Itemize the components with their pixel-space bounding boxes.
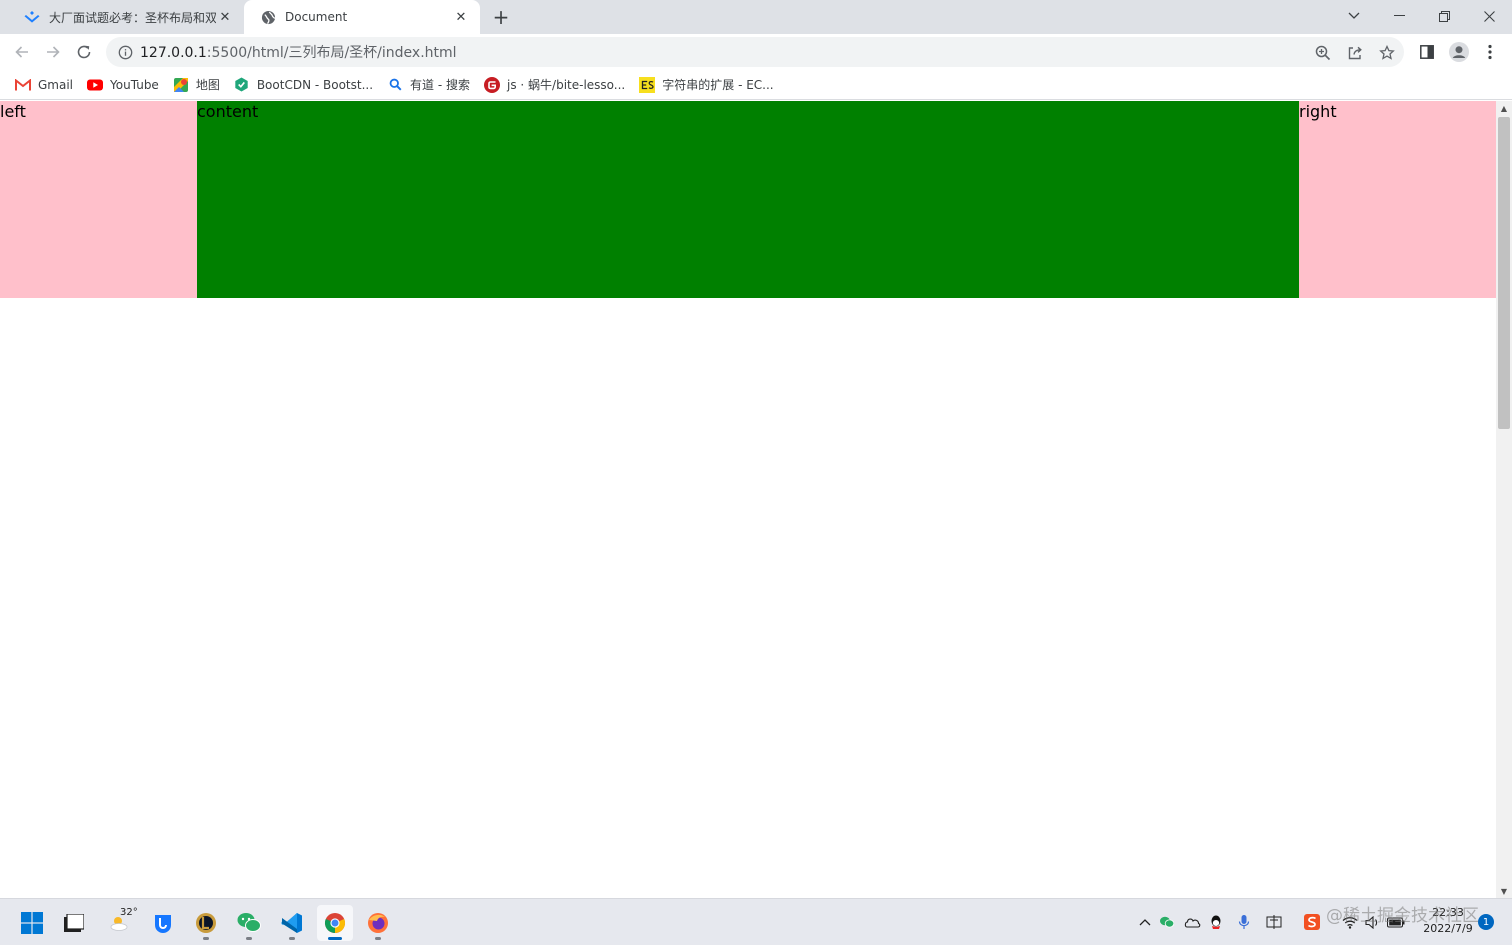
juejin-icon: [24, 9, 40, 25]
microphone-icon[interactable]: [1234, 912, 1254, 932]
left-column: left: [0, 101, 197, 298]
bookmark-label: BootCDN - Bootst...: [256, 77, 374, 92]
onedrive-icon[interactable]: [1182, 912, 1202, 932]
bookmark-bootcdn[interactable]: BootCDN - Bootst...: [227, 72, 380, 98]
more-menu-icon[interactable]: [1477, 39, 1503, 65]
running-indicator: [328, 937, 342, 940]
holy-grail-layout: left content right: [0, 101, 1496, 298]
bookmark-label: 字符串的扩展 - EC...: [662, 78, 774, 92]
bootcdn-icon: [234, 77, 250, 93]
input-method-icon[interactable]: [1264, 912, 1284, 932]
bookmark-youtube[interactable]: YouTube: [80, 72, 166, 98]
address-bar[interactable]: 127.0.0.1:5500/html/三列布局/圣杯/index.html: [106, 37, 1404, 67]
close-icon[interactable]: ✕: [452, 8, 470, 26]
es-icon: [639, 76, 656, 93]
weather-widget[interactable]: 32°: [102, 905, 138, 941]
bookmark-label: 有道 - 搜索: [410, 78, 470, 92]
new-tab-button[interactable]: +: [490, 5, 512, 29]
scroll-down-icon[interactable]: ▼: [1496, 884, 1512, 898]
chevron-down-icon[interactable]: [1332, 0, 1376, 32]
chrome-icon[interactable]: [317, 905, 353, 941]
weather-temp: 32°: [120, 907, 138, 918]
bookmark-maps[interactable]: 地图: [166, 72, 227, 98]
share-icon[interactable]: [1346, 44, 1364, 62]
side-panel-icon[interactable]: [1414, 39, 1440, 65]
bookmarks-bar: Gmail YouTube 地图 BootCDN - Bootst... 有道 …: [0, 70, 1512, 100]
windows-taskbar: 32° 22:33 2022/7/9 1 @稀土掘金技术社区: [0, 898, 1512, 945]
bookmark-es6[interactable]: 字符串的扩展 - EC...: [632, 72, 780, 98]
url-host: 127.0.0.1: [140, 45, 207, 61]
wechat-icon[interactable]: [231, 905, 267, 941]
notification-badge[interactable]: 1: [1478, 914, 1494, 930]
qq-icon[interactable]: [1206, 912, 1226, 932]
bookmark-label: Gmail: [38, 77, 74, 92]
vertical-scrollbar[interactable]: ▲ ▼: [1496, 101, 1512, 898]
page-viewport: left content right: [0, 101, 1496, 898]
bookmark-gitee[interactable]: js · 蜗牛/bite-lesso...: [477, 72, 632, 98]
maps-icon: [173, 77, 189, 93]
gmail-icon: [15, 77, 31, 93]
window-close-icon[interactable]: [1467, 0, 1511, 32]
scroll-up-icon[interactable]: ▲: [1496, 101, 1512, 115]
scrollbar-thumb[interactable]: [1498, 117, 1510, 429]
right-column: right: [1299, 101, 1496, 298]
tab-document[interactable]: Document ✕: [244, 0, 480, 34]
bookmark-label: js · 蜗牛/bite-lesso...: [507, 78, 626, 92]
browser-toolbar: 127.0.0.1:5500/html/三列布局/圣杯/index.html: [0, 34, 1512, 70]
tab-juejin[interactable]: 大厂面试题必考：圣杯布局和双飞翼 ✕: [8, 0, 244, 34]
content-column: content: [197, 101, 1299, 298]
tab-title: 大厂面试题必考：圣杯布局和双飞翼: [49, 10, 216, 25]
restore-icon[interactable]: [1422, 0, 1466, 32]
bookmark-label: 地图: [195, 78, 220, 92]
bookmark-youdao[interactable]: 有道 - 搜索: [380, 72, 477, 98]
task-view-icon[interactable]: [56, 905, 92, 941]
chevron-up-icon[interactable]: [1135, 912, 1155, 932]
running-indicator: [203, 937, 209, 940]
running-indicator: [375, 937, 381, 940]
bookmark-gmail[interactable]: Gmail: [8, 72, 80, 98]
firefox-icon[interactable]: [360, 905, 396, 941]
windows-start-icon[interactable]: [14, 905, 50, 941]
gitee-icon: [484, 76, 500, 93]
zoom-icon[interactable]: [1314, 44, 1332, 62]
wechat-tray-icon[interactable]: [1157, 912, 1177, 932]
vscode-icon[interactable]: [274, 905, 310, 941]
star-icon[interactable]: [1378, 44, 1396, 62]
running-indicator: [246, 937, 252, 940]
reload-icon[interactable]: [70, 38, 98, 66]
site-info-icon[interactable]: [117, 44, 133, 60]
back-arrow-icon[interactable]: [8, 38, 36, 66]
minimize-icon[interactable]: [1377, 0, 1421, 32]
sogou-input-icon[interactable]: [1302, 912, 1322, 932]
globe-icon: [260, 9, 276, 25]
tab-title: Document: [285, 10, 348, 24]
tab-strip: 大厂面试题必考：圣杯布局和双飞翼 ✕ Document ✕ +: [0, 0, 1512, 34]
search-icon: [387, 77, 403, 93]
forward-arrow-icon[interactable]: [39, 38, 67, 66]
close-icon[interactable]: ✕: [216, 8, 234, 26]
running-indicator: [289, 937, 295, 940]
profile-avatar-icon[interactable]: [1446, 39, 1472, 65]
lark-app-icon[interactable]: [145, 905, 181, 941]
url-text: 127.0.0.1:5500/html/三列布局/圣杯/index.html: [140, 42, 457, 62]
league-app-icon[interactable]: [188, 905, 224, 941]
youtube-icon: [87, 77, 104, 93]
bookmark-label: YouTube: [110, 77, 159, 92]
watermark-text: @稀土掘金技术社区: [1326, 906, 1479, 926]
url-path: :5500/html/三列布局/圣杯/index.html: [206, 45, 457, 61]
